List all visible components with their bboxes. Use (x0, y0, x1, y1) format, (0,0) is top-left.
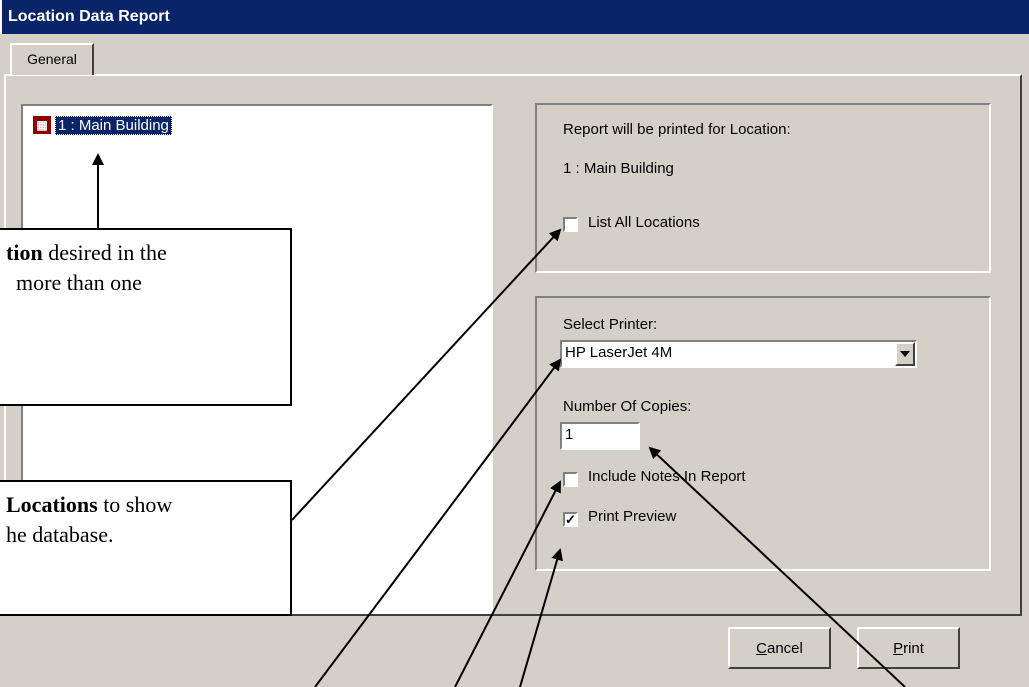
chevron-down-icon[interactable] (895, 342, 915, 366)
window-title: Location Data Report (8, 8, 170, 25)
cancel-button[interactable]: Cancel (728, 627, 831, 669)
building-icon: ▦ (33, 116, 51, 134)
window-title-bar: Location Data Report (0, 0, 1029, 34)
cancel-label: ancel (766, 639, 803, 657)
tab-general-label: General (27, 51, 77, 67)
copies-value: 1 (565, 426, 574, 443)
print-label: rint (903, 639, 924, 657)
cancel-accel: C (756, 639, 767, 657)
callout2-line2: he database. (6, 522, 114, 547)
print-preview-label[interactable]: Print Preview (588, 508, 676, 525)
list-all-locations-label[interactable]: List All Locations (588, 214, 700, 231)
print-preview-checkbox[interactable]: ✓ (563, 512, 578, 527)
location-value: 1 : Main Building (563, 160, 674, 177)
callout-list-all: Locations to show he database. (0, 480, 292, 616)
tab-general[interactable]: General (10, 43, 94, 75)
copies-input[interactable]: 1 (560, 422, 640, 450)
copies-label: Number Of Copies: (563, 398, 692, 415)
select-printer-label: Select Printer: (563, 316, 658, 333)
callout1-line1: desired in the (42, 240, 167, 265)
callout-select-location: tion desired in the more than one (0, 228, 292, 406)
callout1-bold: tion (6, 240, 43, 265)
list-all-locations-checkbox[interactable] (563, 217, 578, 232)
print-accel: P (893, 639, 904, 657)
callout2-bold: Locations (6, 492, 98, 517)
printer-select[interactable]: HP LaserJet 4M (560, 340, 917, 368)
tree-item-main-building[interactable]: ▦ 1 : Main Building (33, 114, 172, 136)
include-notes-label[interactable]: Include Notes In Report (588, 468, 746, 485)
printer-select-value: HP LaserJet 4M (565, 344, 673, 361)
print-button[interactable]: Print (857, 627, 960, 669)
callout2-line1: to show (97, 492, 173, 517)
checkmark-icon: ✓ (565, 512, 576, 527)
tree-item-label: 1 : Main Building (55, 115, 172, 135)
include-notes-checkbox[interactable] (563, 472, 578, 487)
callout1-line2: more than one (16, 270, 142, 295)
location-prompt: Report will be printed for Location: (563, 121, 791, 138)
